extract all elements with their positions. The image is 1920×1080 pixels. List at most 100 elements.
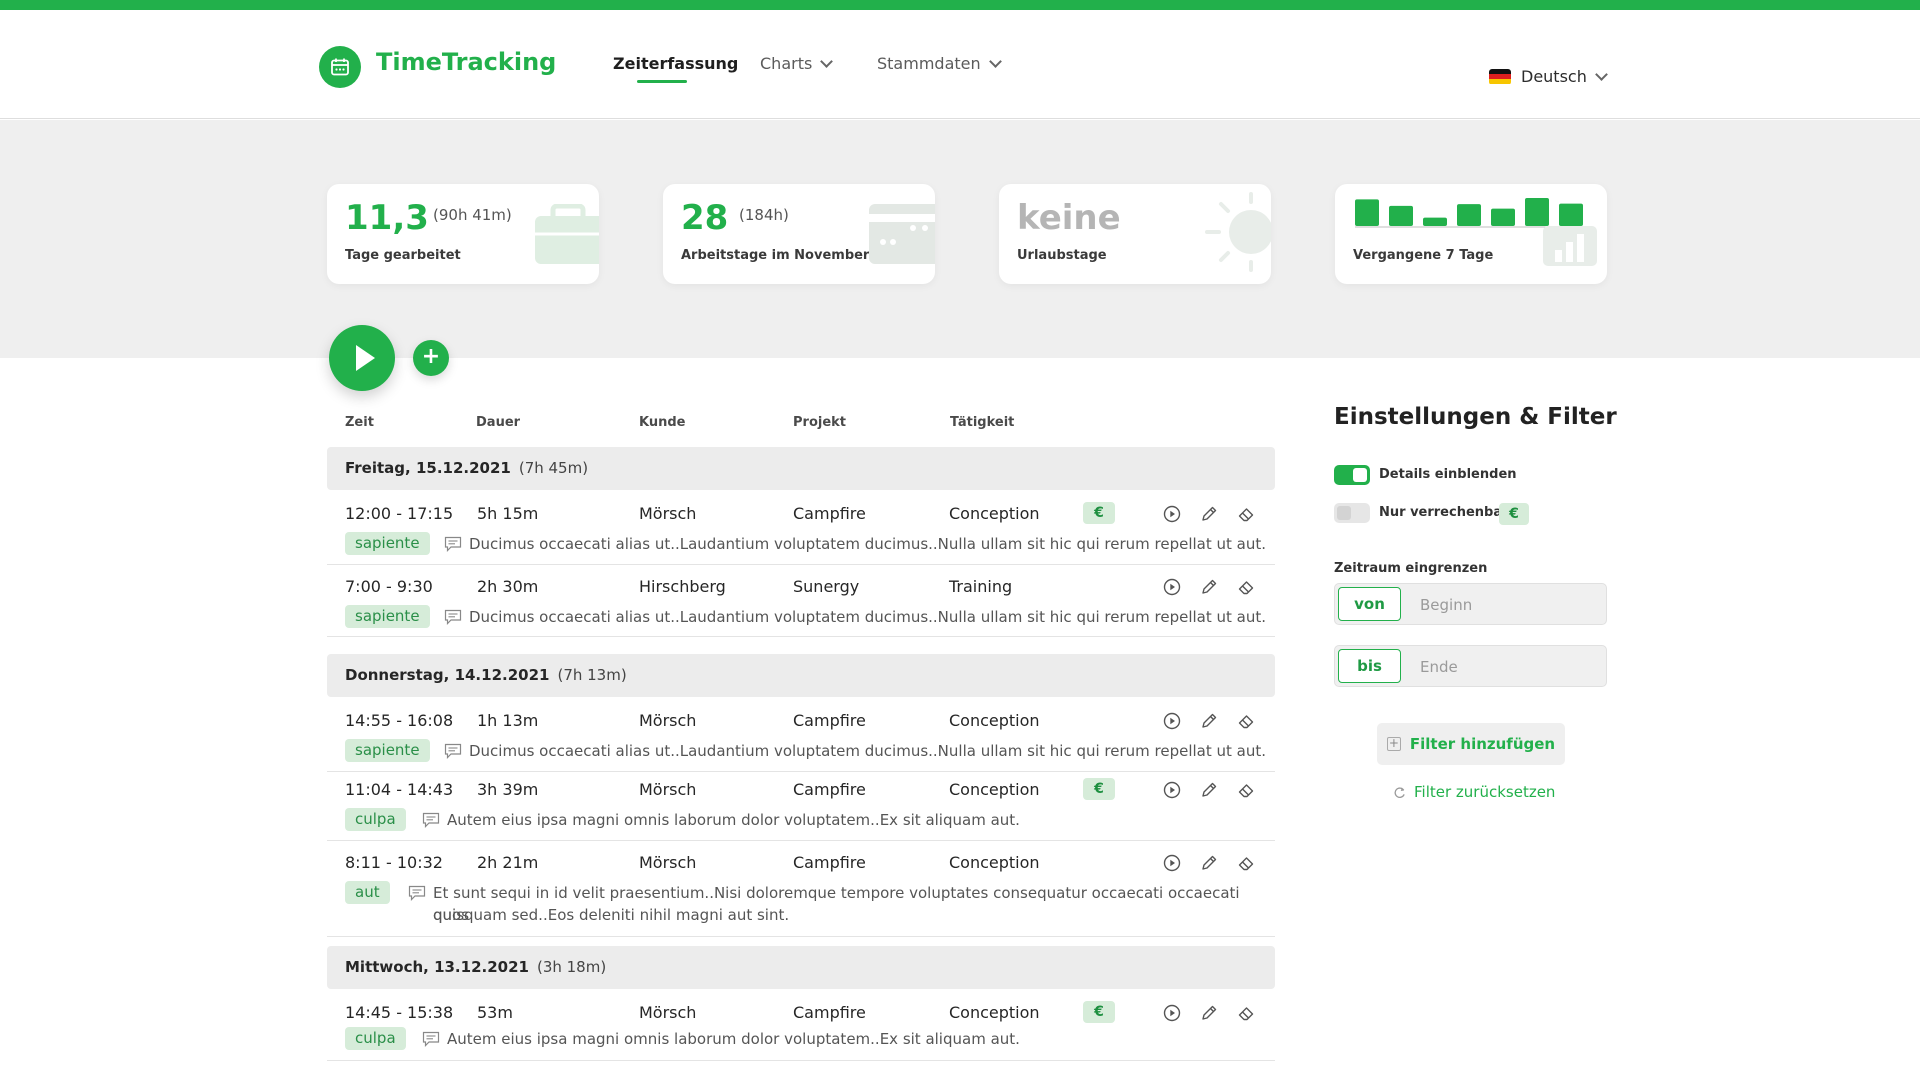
active-nav-indicator bbox=[637, 80, 687, 83]
entry-time: 8:11 - 10:32 bbox=[345, 853, 443, 872]
date-to-placeholder: Ende bbox=[1420, 658, 1458, 676]
comment-icon bbox=[422, 812, 440, 828]
eraser-icon[interactable] bbox=[1236, 853, 1256, 873]
details-toggle[interactable] bbox=[1334, 465, 1370, 485]
entry-note: Autem eius ipsa magni omnis laborum dolo… bbox=[447, 811, 1020, 829]
play-icon[interactable] bbox=[1162, 853, 1182, 873]
entry-client: Hirschberg bbox=[639, 577, 726, 596]
edit-icon[interactable] bbox=[1199, 1003, 1219, 1023]
entry-project: Campfire bbox=[793, 780, 866, 799]
reset-filter-label: Filter zurücksetzen bbox=[1414, 783, 1556, 801]
last-7-days-bar-chart bbox=[1355, 198, 1583, 228]
stats-area bbox=[0, 120, 1920, 358]
german-flag-icon bbox=[1489, 68, 1511, 85]
calendar-icon[interactable] bbox=[319, 46, 361, 88]
stat-label: Arbeitstage im November bbox=[681, 248, 870, 263]
stat-card-days-worked: 11,3 (90h 41m) Tage gearbeitet bbox=[327, 184, 599, 284]
date-from-field[interactable]: von Beginn bbox=[1334, 583, 1607, 625]
billable-toggle[interactable] bbox=[1334, 503, 1370, 523]
entry-tag[interactable]: sapiente bbox=[345, 739, 430, 762]
day-group-header[interactable]: Freitag, 15.12.2021 (7h 45m) bbox=[327, 447, 1275, 490]
eraser-icon[interactable] bbox=[1236, 1003, 1256, 1023]
edit-icon[interactable] bbox=[1199, 711, 1219, 731]
play-icon[interactable] bbox=[1162, 1003, 1182, 1023]
column-header-project: Projekt bbox=[793, 415, 847, 430]
date-from-placeholder: Beginn bbox=[1420, 596, 1473, 614]
stat-label: Vergangene 7 Tage bbox=[1353, 248, 1494, 263]
play-icon[interactable] bbox=[1162, 780, 1182, 800]
entry-activity: Conception bbox=[949, 780, 1040, 799]
eraser-icon[interactable] bbox=[1236, 711, 1256, 731]
nav-stammdaten[interactable]: Stammdaten bbox=[877, 54, 1002, 73]
add-entry-button[interactable]: + bbox=[413, 340, 449, 376]
language-selector[interactable]: Deutsch bbox=[1489, 67, 1608, 86]
filter-panel-title: Einstellungen & Filter bbox=[1334, 404, 1617, 430]
eraser-icon[interactable] bbox=[1236, 577, 1256, 597]
add-filter-button[interactable]: + Filter hinzufügen bbox=[1377, 723, 1565, 765]
entry-project: Campfire bbox=[793, 504, 866, 523]
day-bar-5 bbox=[1525, 198, 1549, 226]
entry-client: Mörsch bbox=[639, 780, 697, 799]
plus-icon: + bbox=[1386, 736, 1401, 751]
day-bar-1 bbox=[1389, 205, 1413, 226]
column-header-activity: Tätigkeit bbox=[950, 415, 1015, 430]
refresh-icon bbox=[1394, 786, 1405, 798]
stat-sub: (90h 41m) bbox=[433, 206, 512, 224]
reset-filter-link[interactable]: Filter zurücksetzen bbox=[1393, 783, 1555, 801]
eraser-icon[interactable] bbox=[1236, 504, 1256, 524]
entry-tag[interactable]: culpa bbox=[345, 1027, 406, 1050]
play-icon[interactable] bbox=[1162, 711, 1182, 731]
start-timer-button[interactable] bbox=[329, 325, 395, 391]
billable-badge: € bbox=[1083, 502, 1115, 524]
entry-duration: 53m bbox=[477, 1003, 513, 1022]
date-to-field[interactable]: bis Ende bbox=[1334, 645, 1607, 687]
comment-icon bbox=[444, 536, 462, 552]
entry-client: Mörsch bbox=[639, 504, 697, 523]
entry-tag[interactable]: sapiente bbox=[345, 605, 430, 628]
time-entry-row[interactable]: 14:45 - 15:38 53m Mörsch Campfire Concep… bbox=[327, 991, 1275, 1061]
entry-activity: Conception bbox=[949, 504, 1040, 523]
billable-badge: € bbox=[1499, 503, 1529, 525]
entry-duration: 3h 39m bbox=[477, 780, 539, 799]
date-range-label: Zeitraum eingrenzen bbox=[1334, 561, 1488, 576]
entry-activity: Conception bbox=[949, 853, 1040, 872]
entry-duration: 1h 13m bbox=[477, 711, 539, 730]
play-icon[interactable] bbox=[1162, 577, 1182, 597]
nav-charts[interactable]: Charts bbox=[760, 54, 834, 73]
play-icon[interactable] bbox=[1162, 504, 1182, 524]
entry-client: Mörsch bbox=[639, 1003, 697, 1022]
time-entry-row[interactable]: 14:55 - 16:08 1h 13m Mörsch Campfire Con… bbox=[327, 699, 1275, 772]
column-header-time: Zeit bbox=[345, 415, 374, 430]
day-group-header[interactable]: Donnerstag, 14.12.2021 (7h 13m) bbox=[327, 654, 1275, 697]
briefcase-icon bbox=[535, 204, 599, 264]
brand-name[interactable]: TimeTracking bbox=[376, 48, 556, 76]
entry-time: 14:45 - 15:38 bbox=[345, 1003, 454, 1022]
details-toggle-label: Details einblenden bbox=[1379, 467, 1517, 482]
entry-tag[interactable]: culpa bbox=[345, 808, 406, 831]
time-entry-row[interactable]: 8:11 - 10:32 2h 21m Mörsch Campfire Conc… bbox=[327, 841, 1275, 937]
nav-zeiterfassung[interactable]: Zeiterfassung bbox=[613, 54, 738, 73]
billable-badge: € bbox=[1083, 778, 1115, 800]
time-entry-row[interactable]: 12:00 - 17:15 5h 15m Mörsch Campfire Con… bbox=[327, 492, 1275, 565]
bar-chart-icon bbox=[1543, 226, 1597, 266]
entry-client: Mörsch bbox=[639, 711, 697, 730]
edit-icon[interactable] bbox=[1199, 504, 1219, 524]
time-entry-row[interactable]: 7:00 - 9:30 2h 30m Hirschberg Sunergy Tr… bbox=[327, 565, 1275, 637]
day-bar-3 bbox=[1457, 204, 1481, 226]
day-bar-4 bbox=[1491, 208, 1515, 226]
entry-tag[interactable]: aut bbox=[345, 881, 390, 904]
date-from-pill: von bbox=[1338, 587, 1401, 621]
eraser-icon[interactable] bbox=[1236, 780, 1256, 800]
time-entry-row[interactable]: 11:04 - 14:43 3h 39m Mörsch Campfire Con… bbox=[327, 772, 1275, 841]
day-group-header[interactable]: Mittwoch, 13.12.2021 (3h 18m) bbox=[327, 946, 1275, 989]
entry-project: Campfire bbox=[793, 1003, 866, 1022]
edit-icon[interactable] bbox=[1199, 577, 1219, 597]
nav-label: Zeiterfassung bbox=[613, 54, 739, 73]
stat-label: Urlaubstage bbox=[1017, 248, 1107, 263]
entry-tag[interactable]: sapiente bbox=[345, 532, 430, 555]
day-date: Donnerstag, 14.12.2021 (7h 13m) bbox=[345, 666, 627, 684]
edit-icon[interactable] bbox=[1199, 853, 1219, 873]
stat-card-workdays: 28 (184h) Arbeitstage im November bbox=[663, 184, 935, 284]
entry-time: 11:04 - 14:43 bbox=[345, 780, 454, 799]
edit-icon[interactable] bbox=[1199, 780, 1219, 800]
